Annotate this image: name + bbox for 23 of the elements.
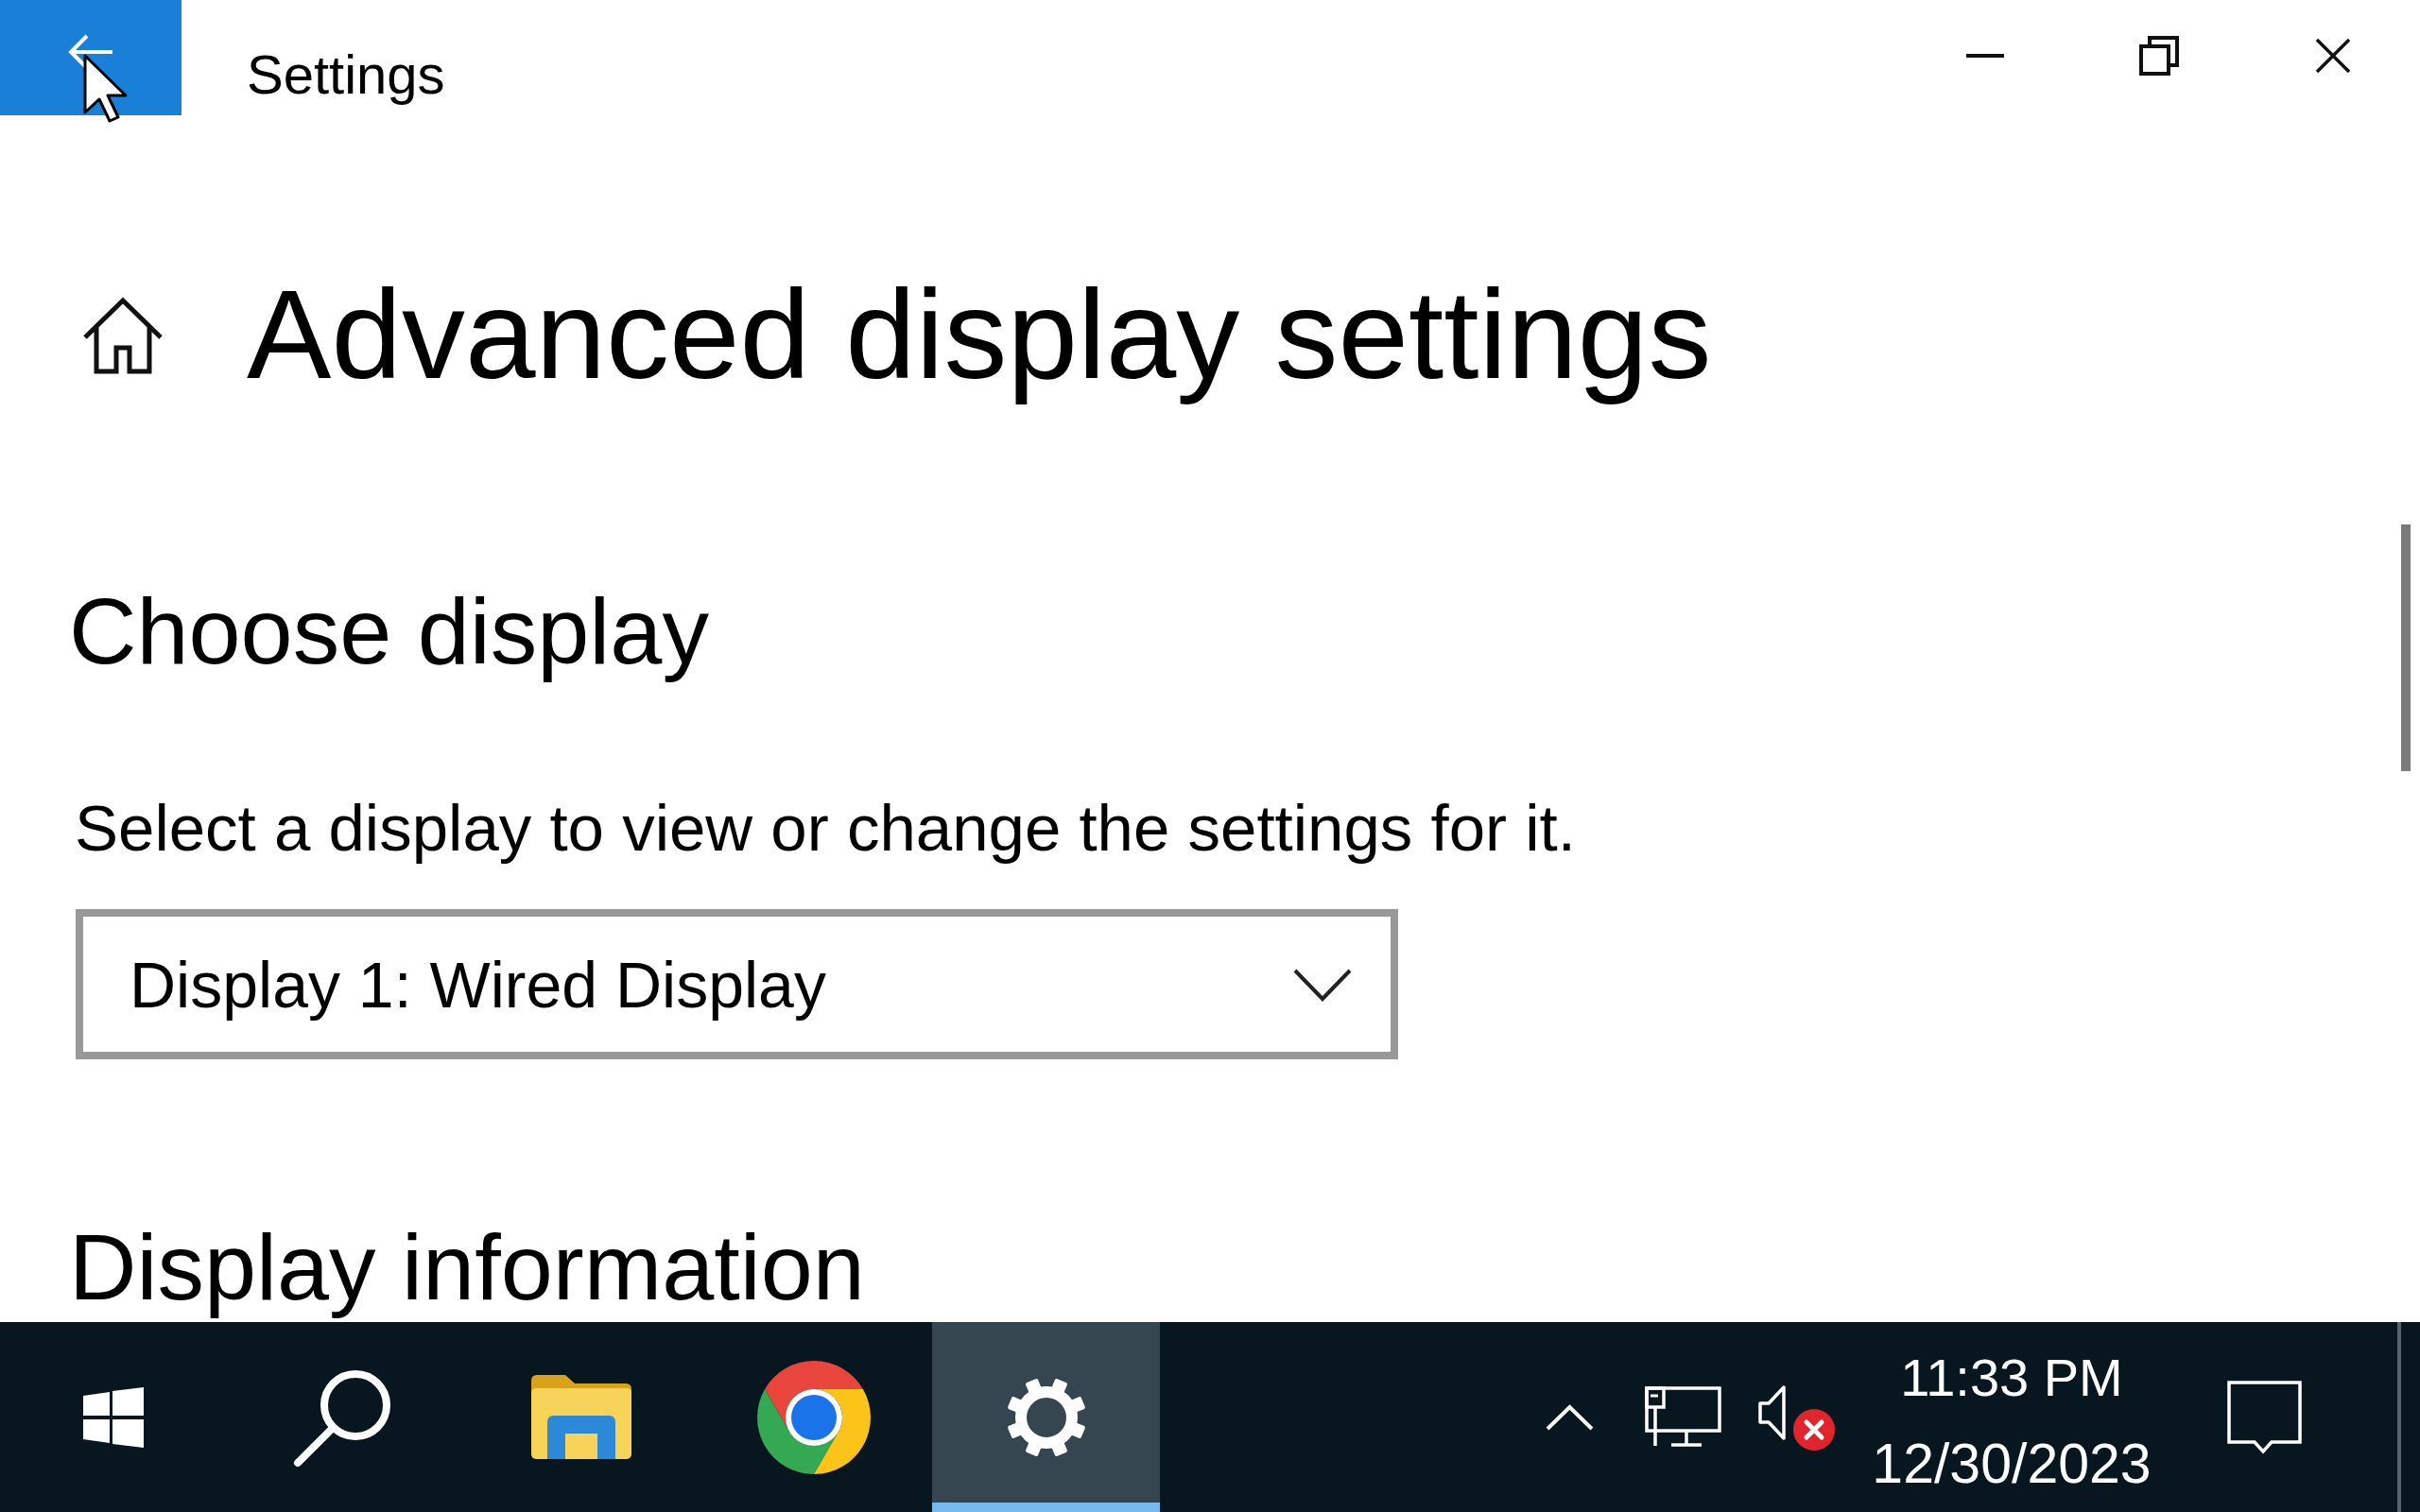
back-button[interactable] xyxy=(0,0,182,115)
chevron-down-icon xyxy=(1293,967,1352,1002)
display-dropdown[interactable]: Display 1: Wired Display xyxy=(76,909,1398,1060)
network-monitor-icon xyxy=(1644,1386,1721,1448)
browser-icon xyxy=(756,1360,871,1474)
taskbar-app-button[interactable] xyxy=(932,1322,1160,1512)
section-description: Select a display to view or change the settings for it. xyxy=(75,790,1576,867)
section-heading: Display information xyxy=(69,1213,865,1322)
speech-bubble-icon xyxy=(2226,1380,2302,1454)
speaker-icon xyxy=(1757,1383,1787,1441)
minimize-icon xyxy=(1966,54,2004,58)
folder-icon xyxy=(530,1375,631,1459)
chevron-up-icon xyxy=(1545,1403,1594,1431)
close-icon xyxy=(2315,38,2351,74)
cursor-icon xyxy=(83,54,129,124)
page-title: Advanced display settings xyxy=(247,263,1712,406)
window-title: Settings xyxy=(247,43,445,107)
clock-button[interactable]: 11:33 PM 12/30/2023 xyxy=(1853,1322,2170,1512)
scrollbar-thumb[interactable] xyxy=(2401,524,2411,771)
windows-logo-icon xyxy=(83,1386,144,1448)
restore-icon xyxy=(2139,36,2179,76)
section-heading: Choose display xyxy=(69,576,709,685)
back-arrow-icon xyxy=(67,34,114,70)
